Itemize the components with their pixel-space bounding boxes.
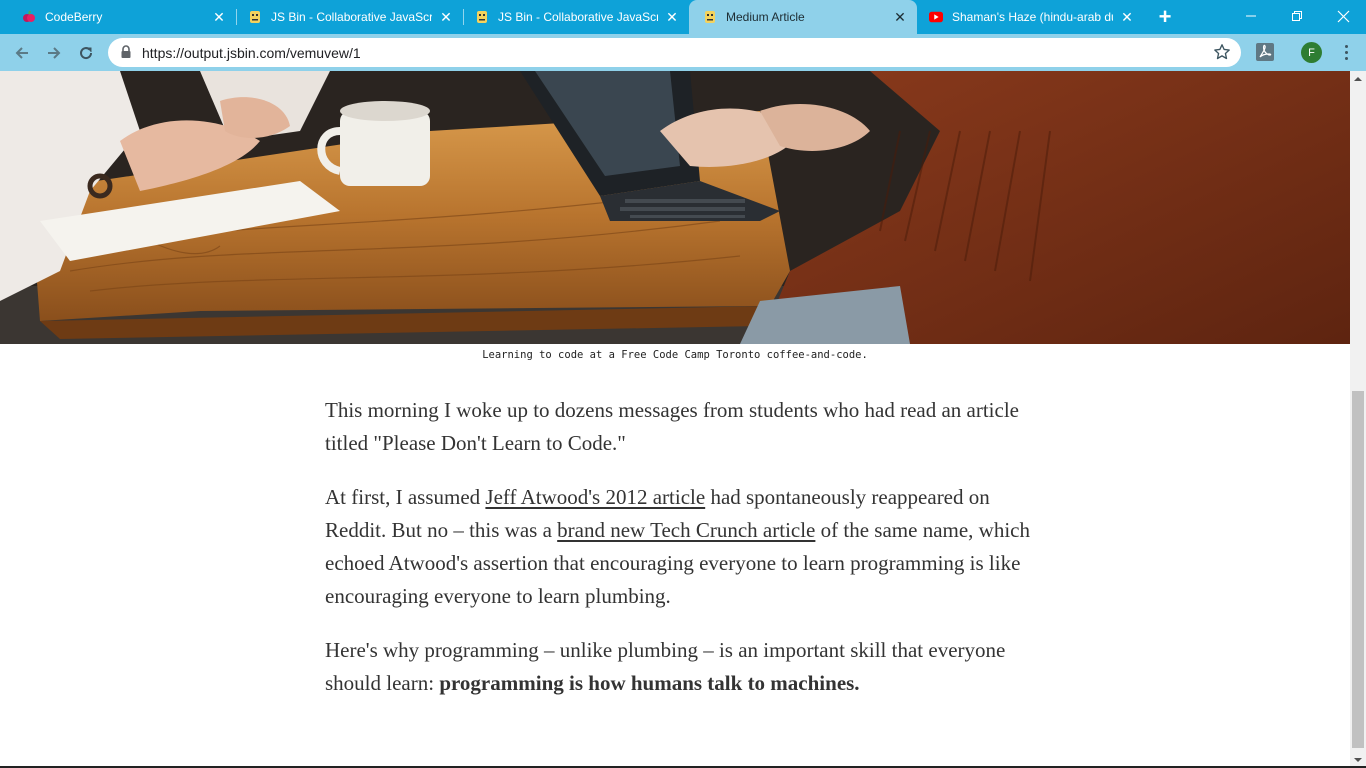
article-hero-photo <box>0 71 1350 344</box>
atwood-article-link[interactable]: Jeff Atwood's 2012 article <box>485 485 705 509</box>
codeberry-icon <box>22 10 36 24</box>
tab-youtube[interactable]: Shaman's Haze (hindu-arab du ✕ <box>917 0 1144 34</box>
jsbin-icon <box>703 10 717 24</box>
paragraph-1: This morning I woke up to dozens message… <box>325 398 1019 455</box>
youtube-icon <box>929 10 943 24</box>
close-icon[interactable]: ✕ <box>1119 9 1135 25</box>
tab-title: Medium Article <box>726 10 805 24</box>
close-icon[interactable]: ✕ <box>438 9 454 25</box>
address-bar[interactable]: https://output.jsbin.com/vemuvew/1 <box>108 38 1241 67</box>
arrow-right-icon <box>48 47 61 59</box>
tab-title: JS Bin - Collaborative JavaScript <box>271 10 432 24</box>
new-tab-button[interactable]: + <box>1153 4 1177 29</box>
tab-jsbin-1[interactable]: JS Bin - Collaborative JavaScript ✕ <box>236 0 463 34</box>
paragraph-2: At first, I assumed Jeff Atwood's 2012 a… <box>325 481 1035 613</box>
tab-title: CodeBerry <box>45 10 103 24</box>
kebab-menu-icon[interactable] <box>1336 42 1356 62</box>
minimize-icon <box>1246 15 1256 17</box>
close-icon[interactable]: ✕ <box>211 9 227 25</box>
minimize-button[interactable] <box>1228 0 1274 32</box>
restore-button[interactable] <box>1274 0 1320 32</box>
vertical-scrollbar[interactable] <box>1350 71 1366 768</box>
tab-strip: CodeBerry ✕ JS Bin - Collaborative JavaS… <box>0 0 1366 34</box>
back-button[interactable] <box>8 39 36 67</box>
jsbin-icon <box>475 10 489 24</box>
caret-down-icon <box>1354 758 1362 762</box>
tab-title: JS Bin - Collaborative JavaScript <box>498 10 658 24</box>
close-icon <box>1337 10 1349 22</box>
article-body: This morning I woke up to dozens message… <box>325 394 1035 721</box>
techcrunch-article-link[interactable]: brand new Tech Crunch article <box>557 518 815 542</box>
reload-icon <box>80 47 93 60</box>
scroll-up-button[interactable] <box>1350 71 1366 87</box>
paragraph-3: Here's why programming – unlike plumbing… <box>325 634 1035 700</box>
close-icon[interactable]: ✕ <box>664 9 680 25</box>
close-icon[interactable]: ✕ <box>892 9 908 25</box>
bold-statement: programming is how humans talk to machin… <box>439 671 860 695</box>
tab-codeberry[interactable]: CodeBerry ✕ <box>0 0 236 34</box>
jsbin-icon <box>248 10 262 24</box>
tab-title: Shaman's Haze (hindu-arab du <box>952 10 1113 24</box>
paragraph-text: At first, I assumed <box>325 485 486 509</box>
caret-up-icon <box>1354 77 1362 81</box>
forward-button[interactable] <box>40 39 68 67</box>
close-window-button[interactable] <box>1320 0 1366 32</box>
lock-icon[interactable] <box>120 45 132 59</box>
tab-medium-article[interactable]: Medium Article ✕ <box>689 0 917 34</box>
bookmark-star-icon[interactable] <box>1213 43 1231 61</box>
scrollbar-thumb[interactable] <box>1352 391 1364 748</box>
url-text[interactable]: https://output.jsbin.com/vemuvew/1 <box>142 45 361 61</box>
acrobat-extension-icon[interactable] <box>1255 42 1275 62</box>
restore-icon <box>1292 11 1302 21</box>
reload-button[interactable] <box>72 39 100 67</box>
tab-jsbin-2[interactable]: JS Bin - Collaborative JavaScript ✕ <box>463 0 689 34</box>
browser-toolbar: https://output.jsbin.com/vemuvew/1 F <box>0 34 1366 71</box>
profile-avatar[interactable]: F <box>1301 42 1322 63</box>
page-viewport: Learning to code at a Free Code Camp Tor… <box>0 71 1350 768</box>
image-caption: Learning to code at a Free Code Camp Tor… <box>482 349 868 361</box>
arrow-left-icon <box>15 47 28 59</box>
